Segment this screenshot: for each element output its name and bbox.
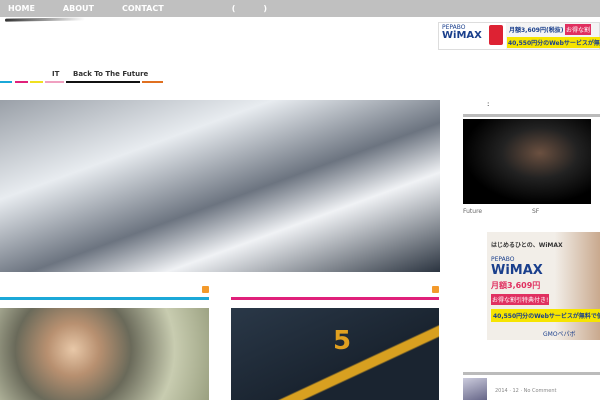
nav-paren-close[interactable]: ) bbox=[263, 4, 267, 13]
ad-brand: PEPABO bbox=[491, 256, 515, 263]
category-it[interactable]: IT bbox=[52, 70, 59, 78]
ad-price: 月額3,609円 bbox=[491, 281, 541, 290]
category-back-to-the-future[interactable]: Back To The Future bbox=[73, 70, 148, 78]
color-bar bbox=[30, 81, 43, 83]
color-bar bbox=[15, 81, 28, 83]
ad-company: GMOペパボ bbox=[543, 331, 576, 338]
router-image bbox=[489, 25, 503, 45]
color-bar bbox=[66, 81, 140, 83]
nav-home[interactable]: HOME bbox=[8, 4, 35, 13]
nav-contact[interactable]: CONTACT bbox=[122, 4, 164, 13]
ad-promo: お得な割引特典付き! bbox=[491, 294, 550, 305]
color-bar bbox=[45, 81, 64, 83]
nav-about[interactable]: ABOUT bbox=[63, 4, 94, 13]
number-label: 5 bbox=[333, 326, 352, 356]
color-bar bbox=[0, 81, 12, 83]
sidebar-divider bbox=[463, 114, 600, 117]
top-nav: HOME ABOUT CONTACT ( ) bbox=[0, 0, 600, 17]
caption-future: Future bbox=[463, 208, 483, 215]
ad-service: 40,550円分のWebサービスが無料で使 bbox=[491, 309, 600, 322]
nav-paren-open[interactable]: ( bbox=[232, 4, 236, 13]
color-bar bbox=[142, 81, 163, 83]
recent-post-meta: 2014 · 12 · No Comment bbox=[495, 388, 557, 394]
sidebar-divider bbox=[463, 372, 600, 375]
hero-image-snow[interactable] bbox=[0, 100, 440, 272]
sidebar-title: : bbox=[487, 100, 490, 108]
rss-icon[interactable] bbox=[432, 286, 439, 293]
post-thumbnail-number[interactable]: 5 bbox=[231, 308, 439, 400]
section-divider bbox=[0, 297, 209, 300]
sidebar-profile-image[interactable] bbox=[463, 119, 591, 204]
caption-sf: SF bbox=[532, 208, 540, 215]
ad-product: WiMAX bbox=[442, 30, 482, 41]
rss-icon[interactable] bbox=[202, 286, 209, 293]
sidebar-ad-banner[interactable]: はじめるひとの、WiMAX PEPABO WiMAX 月額3,609円 お得な割… bbox=[487, 232, 600, 340]
recent-post-thumbnail[interactable] bbox=[463, 378, 487, 400]
ad-price: 月額3,609円(税抜) bbox=[509, 27, 564, 34]
ad-promo: お得な割 bbox=[565, 24, 592, 35]
nav-shadow bbox=[4, 17, 86, 22]
ad-product: WiMAX bbox=[491, 263, 543, 278]
section-divider bbox=[231, 297, 439, 300]
ad-service: 40,550円分のWebサービスが無料 bbox=[507, 37, 600, 48]
post-thumbnail-baby[interactable] bbox=[0, 308, 209, 400]
ad-tagline: はじめるひとの、WiMAX bbox=[491, 242, 563, 249]
header-ad-banner[interactable]: PEPABO WiMAX 月額3,609円(税抜) お得な割 40,550円分の… bbox=[438, 22, 600, 50]
